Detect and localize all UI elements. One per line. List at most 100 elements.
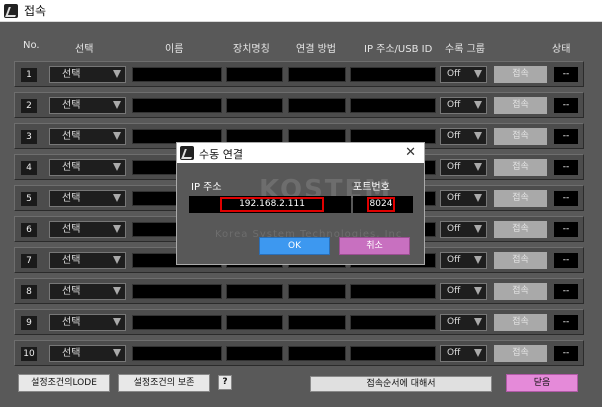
device-select[interactable]: 선택	[49, 190, 126, 207]
device-field[interactable]	[226, 98, 283, 113]
method-field[interactable]	[288, 346, 346, 361]
dropdown-arrow-icon	[474, 132, 482, 140]
group-select[interactable]: Off	[440, 221, 487, 238]
column-headers: No. 선택 이름 장치명칭 연결 방법 IP 주소/USB ID 수록 그룹 …	[0, 40, 602, 55]
ip-field[interactable]	[350, 315, 436, 330]
device-select[interactable]: 선택	[49, 283, 126, 300]
connect-button[interactable]: 접속	[494, 221, 547, 238]
window-titlebar: 접속	[0, 0, 602, 22]
device-select[interactable]: 선택	[49, 97, 126, 114]
row-number: 7	[21, 254, 37, 268]
dropdown-arrow-icon	[113, 163, 121, 171]
row-number: 4	[21, 161, 37, 175]
status-indicator: --	[554, 67, 578, 82]
status-indicator: --	[554, 346, 578, 361]
device-select[interactable]: 선택	[49, 252, 126, 269]
status-indicator: --	[554, 222, 578, 237]
dropdown-arrow-icon	[474, 256, 482, 264]
select-label: 선택	[62, 162, 81, 173]
connect-button[interactable]: 접속	[494, 252, 547, 269]
method-field[interactable]	[288, 284, 346, 299]
ip-field[interactable]	[350, 346, 436, 361]
dropdown-arrow-icon	[474, 287, 482, 295]
group-select[interactable]: Off	[440, 66, 487, 83]
close-icon[interactable]: ✕	[405, 145, 416, 160]
connect-button[interactable]: 접속	[494, 190, 547, 207]
ip-field[interactable]	[350, 67, 436, 82]
help-button[interactable]: ?	[218, 375, 232, 390]
device-select[interactable]: 선택	[49, 128, 126, 145]
group-select-label: Off	[447, 255, 461, 265]
name-field[interactable]	[132, 67, 222, 82]
dropdown-arrow-icon	[474, 101, 482, 109]
status-indicator: --	[554, 284, 578, 299]
connection-row: 8 선택 Off 접속 --	[14, 278, 584, 304]
method-field[interactable]	[288, 98, 346, 113]
connect-button[interactable]: 접속	[494, 97, 547, 114]
ip-input[interactable]: 192.168.2.111	[220, 197, 324, 212]
group-select[interactable]: Off	[440, 159, 487, 176]
device-select[interactable]: 선택	[49, 66, 126, 83]
connect-button[interactable]: 접속	[494, 66, 547, 83]
method-field[interactable]	[288, 315, 346, 330]
group-select-label: Off	[447, 69, 461, 79]
name-field[interactable]	[132, 284, 222, 299]
group-select-label: Off	[447, 224, 461, 234]
device-field[interactable]	[226, 315, 283, 330]
ip-field[interactable]	[350, 284, 436, 299]
header-select: 선택	[75, 44, 94, 55]
connect-button[interactable]: 접속	[494, 283, 547, 300]
header-ip: IP 주소/USB ID	[364, 44, 433, 55]
connect-button[interactable]: 접속	[494, 159, 547, 176]
select-label: 선택	[62, 255, 81, 266]
status-indicator: --	[554, 129, 578, 144]
dropdown-arrow-icon	[113, 225, 121, 233]
header-status: 상태	[552, 44, 571, 55]
group-select[interactable]: Off	[440, 314, 487, 331]
group-select[interactable]: Off	[440, 190, 487, 207]
group-select-label: Off	[447, 317, 461, 327]
ok-button[interactable]: OK	[259, 237, 330, 255]
device-select[interactable]: 선택	[49, 159, 126, 176]
name-field[interactable]	[132, 346, 222, 361]
header-group: 수록 그룹	[445, 44, 485, 55]
row-number: 9	[21, 316, 37, 330]
group-select[interactable]: Off	[440, 128, 487, 145]
group-select[interactable]: Off	[440, 345, 487, 362]
dropdown-arrow-icon	[474, 318, 482, 326]
device-select[interactable]: 선택	[49, 345, 126, 362]
method-field[interactable]	[288, 67, 346, 82]
connection-order-button[interactable]: 접속순서에 대해서	[310, 376, 492, 392]
group-select-label: Off	[447, 100, 461, 110]
device-field[interactable]	[226, 67, 283, 82]
connect-button[interactable]: 접속	[494, 345, 547, 362]
dropdown-arrow-icon	[474, 194, 482, 202]
select-label: 선택	[62, 100, 81, 111]
group-select[interactable]: Off	[440, 283, 487, 300]
cancel-button[interactable]: 취소	[339, 237, 410, 255]
dropdown-arrow-icon	[474, 225, 482, 233]
group-select-label: Off	[447, 131, 461, 141]
load-settings-button[interactable]: 설정조건의LODE	[18, 374, 110, 392]
name-field[interactable]	[132, 315, 222, 330]
port-input[interactable]: 8024	[367, 197, 395, 212]
close-button[interactable]: 닫음	[506, 374, 578, 392]
ip-field[interactable]	[350, 98, 436, 113]
connect-button[interactable]: 접속	[494, 314, 547, 331]
connection-row: 9 선택 Off 접속 --	[14, 309, 584, 335]
status-indicator: --	[554, 253, 578, 268]
name-field[interactable]	[132, 98, 222, 113]
connection-row: 10 선택 Off 접속 --	[14, 340, 584, 366]
device-field[interactable]	[226, 284, 283, 299]
dropdown-arrow-icon	[474, 349, 482, 357]
device-select[interactable]: 선택	[49, 221, 126, 238]
group-select[interactable]: Off	[440, 252, 487, 269]
port-label: 포트번호	[353, 182, 390, 193]
dialog-app-icon	[180, 146, 194, 160]
group-select[interactable]: Off	[440, 97, 487, 114]
save-settings-button[interactable]: 설정조건의 보존	[118, 374, 210, 392]
row-number: 1	[21, 68, 37, 82]
device-field[interactable]	[226, 346, 283, 361]
device-select[interactable]: 선택	[49, 314, 126, 331]
connect-button[interactable]: 접속	[494, 128, 547, 145]
